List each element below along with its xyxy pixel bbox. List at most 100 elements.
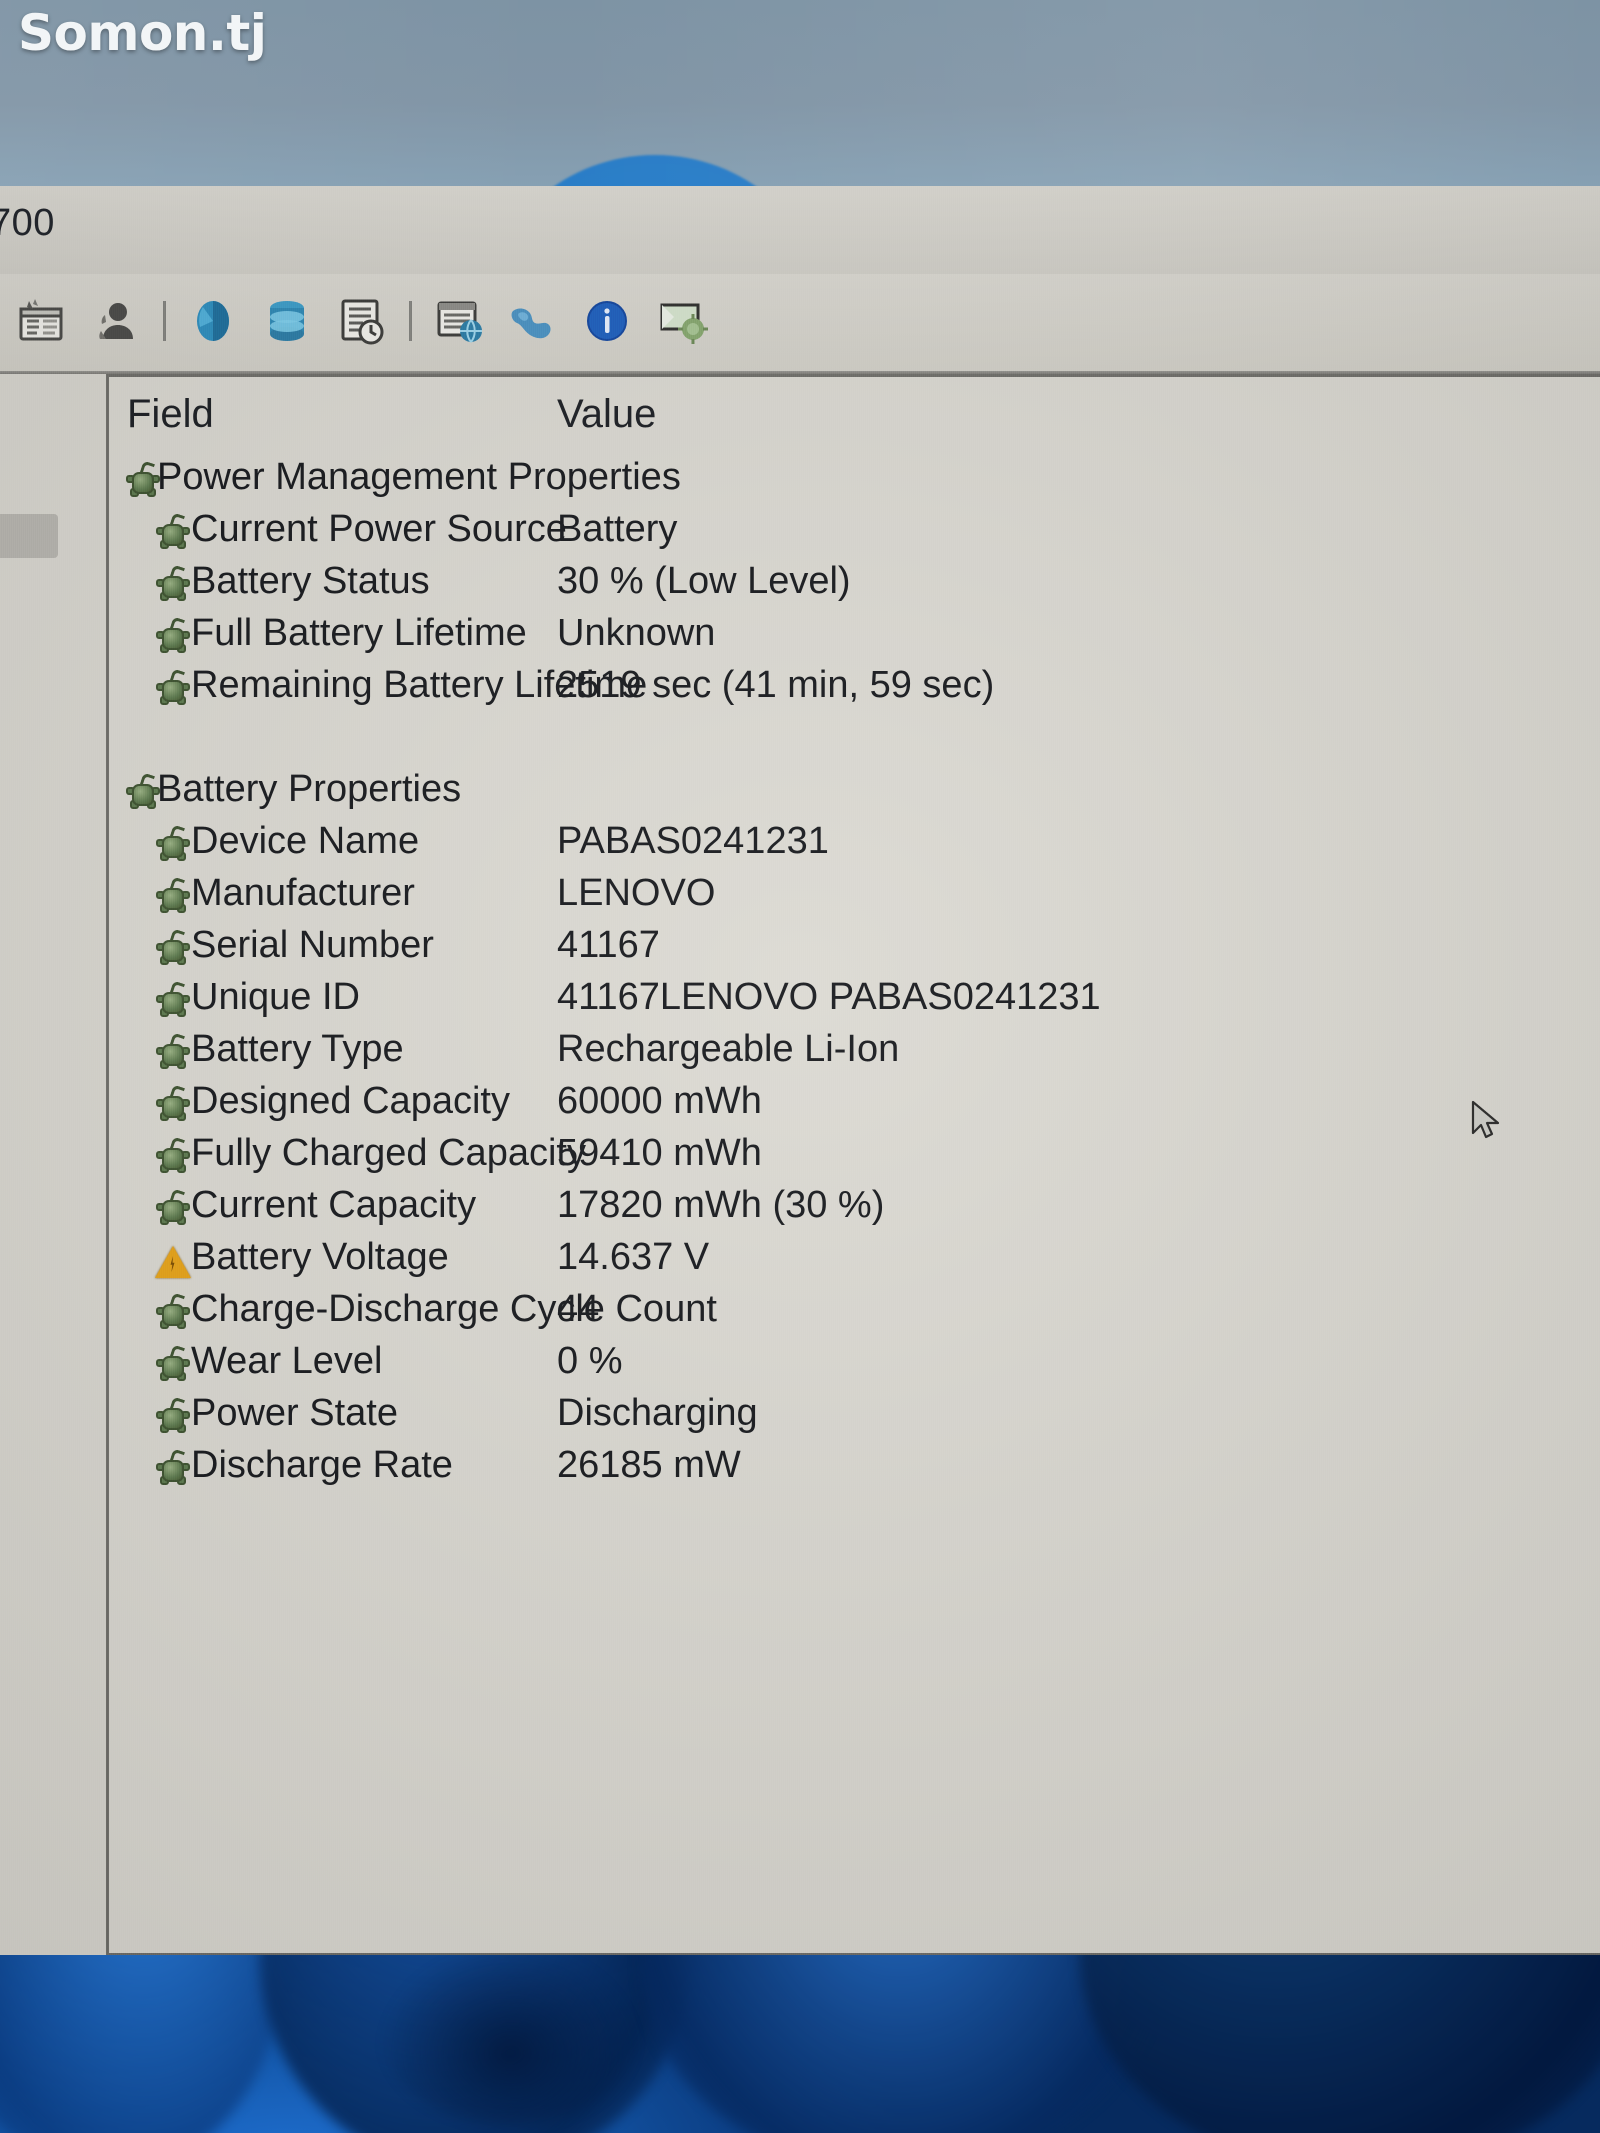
row-value: 0 %: [557, 1340, 623, 1382]
separator-2: [398, 284, 422, 358]
info-icon[interactable]: [570, 284, 644, 358]
property-bug-icon: [153, 1344, 193, 1386]
row-field-label: Power Management Properties: [157, 456, 681, 498]
property-bug-icon: [153, 512, 193, 554]
photographed-screen: Somon.tj 700 Field Value Power Managemen…: [0, 0, 1600, 2133]
row-field-label: Battery Type: [191, 1028, 404, 1070]
tree-pane[interactable]: nt er: [0, 374, 106, 1956]
property-bug-icon: [153, 876, 193, 918]
column-header-value[interactable]: Value: [557, 392, 656, 437]
wallpaper-fold: [1080, 1955, 1600, 2133]
user-glyph: [99, 303, 133, 339]
table-row[interactable]: Power State Discharging: [109, 1392, 1600, 1444]
row-value: Unknown: [557, 612, 716, 654]
row-field-label: Fully Charged Capacity: [191, 1132, 586, 1174]
world-map-icon[interactable]: [496, 284, 570, 358]
report-wizard-glyph: [19, 299, 63, 341]
table-row[interactable]: Battery Type Rechargeable Li-Ion: [109, 1028, 1600, 1080]
table-row[interactable]: Device Name PABAS0241231: [109, 820, 1600, 872]
row-value: Discharging: [557, 1392, 758, 1434]
table-row[interactable]: Battery Status 30 % (Low Level): [109, 560, 1600, 612]
list-top-rule: [109, 374, 1600, 377]
row-spacer: [109, 716, 1600, 768]
property-bug-icon: [153, 824, 193, 866]
address-bar-text: 700: [0, 202, 55, 244]
report-globe-glyph: [437, 301, 482, 343]
row-value: 41167LENOVO PABAS0241231: [557, 976, 1101, 1018]
property-bug-icon: [153, 668, 193, 710]
desktop-wallpaper-bottom: [0, 1955, 1600, 2133]
row-field-label: Battery Voltage: [191, 1236, 449, 1278]
scheduled-report-glyph: [341, 299, 384, 345]
property-bug-icon: [153, 1188, 193, 1230]
database-icon[interactable]: [250, 284, 324, 358]
property-bug-icon: [153, 1292, 193, 1334]
row-field-label: Designed Capacity: [191, 1080, 510, 1122]
scheduled-report-icon[interactable]: [324, 284, 398, 358]
row-value: 44: [557, 1288, 600, 1330]
table-row[interactable]: Remaining Battery Lifetime 2519 sec (41 m…: [109, 664, 1600, 716]
info-glyph: [587, 301, 627, 341]
table-row[interactable]: Charge-Discharge Cycle Count 44: [109, 1288, 1600, 1340]
separator-1: [152, 284, 176, 358]
monitor-diagnostics-icon[interactable]: [644, 284, 718, 358]
table-row[interactable]: Power Management Properties: [109, 456, 1600, 508]
row-value: 14.637 V: [557, 1236, 710, 1278]
property-bug-icon: [153, 564, 193, 606]
toolbar-icon-group: [0, 282, 718, 360]
address-bar[interactable]: 700: [0, 186, 1600, 274]
row-value: 2519 sec (41 min, 59 sec): [557, 664, 995, 706]
pie-chart-icon[interactable]: [176, 284, 250, 358]
row-field-label: Full Battery Lifetime: [191, 612, 527, 654]
report-globe-icon[interactable]: [422, 284, 496, 358]
pie-chart-glyph: [197, 301, 229, 341]
table-row[interactable]: Battery Voltage 14.637 V: [109, 1236, 1600, 1288]
table-row[interactable]: Manufacturer LENOVO: [109, 872, 1600, 924]
table-row[interactable]: Fully Charged Capacity 59410 mWh: [109, 1132, 1600, 1184]
row-value: 60000 mWh: [557, 1080, 762, 1122]
table-row[interactable]: Current Power Source Battery: [109, 508, 1600, 560]
row-value: 41167: [557, 924, 660, 966]
aida64-window: 700 Field Value Power Management Propert…: [0, 186, 1600, 1956]
property-bug-icon: [153, 980, 193, 1022]
row-field-label: Battery Properties: [157, 768, 462, 810]
watermark: Somon.tj: [18, 4, 267, 62]
property-bug-icon: [153, 1448, 193, 1490]
database-glyph: [270, 301, 304, 341]
table-row[interactable]: Designed Capacity 60000 mWh: [109, 1080, 1600, 1132]
row-field-label: Serial Number: [191, 924, 434, 966]
column-header: Field Value: [109, 388, 1600, 450]
cursor-glyph: [1471, 1100, 1500, 1139]
row-field-label: Discharge Rate: [191, 1444, 453, 1486]
row-field-label: Manufacturer: [191, 872, 415, 914]
property-bug-icon: [153, 1136, 193, 1178]
property-bug-icon: [153, 928, 193, 970]
property-bug-icon: [153, 616, 193, 658]
column-header-field[interactable]: Field: [127, 392, 214, 437]
warning-triangle-icon: [153, 1242, 193, 1282]
wallpaper-fold: [0, 1955, 280, 2133]
row-field-label: Device Name: [191, 820, 420, 862]
mouse-pointer: [1470, 1100, 1504, 1144]
table-row[interactable]: Unique ID 41167LENOVO PABAS0241231: [109, 976, 1600, 1028]
toolbar[interactable]: [0, 274, 1600, 372]
world-map-glyph: [511, 308, 551, 339]
table-row[interactable]: Full Battery Lifetime Unknown: [109, 612, 1600, 664]
row-field-label: Current Power Source: [191, 508, 567, 550]
table-row[interactable]: Wear Level 0 %: [109, 1340, 1600, 1392]
row-value: 26185 mW: [557, 1444, 741, 1486]
table-row[interactable]: Serial Number 41167: [109, 924, 1600, 976]
row-field-label: Power State: [191, 1392, 398, 1434]
table-row[interactable]: Discharge Rate 26185 mW: [109, 1444, 1600, 1496]
properties-rows: Power Management Properties Current Power…: [109, 456, 1600, 1496]
row-field-label: Battery Status: [191, 560, 430, 602]
report-wizard-icon[interactable]: [4, 284, 78, 358]
table-row[interactable]: Current Capacity 17820 mWh (30 %): [109, 1184, 1600, 1236]
table-row[interactable]: Battery Properties: [109, 768, 1600, 820]
property-bug-icon: [153, 1396, 193, 1438]
user-profile-icon[interactable]: [78, 284, 152, 358]
row-field-label: Wear Level: [191, 1340, 383, 1382]
row-field-label: Current Capacity: [191, 1184, 477, 1226]
row-value: PABAS0241231: [557, 820, 829, 862]
row-field-label: Unique ID: [191, 976, 360, 1018]
